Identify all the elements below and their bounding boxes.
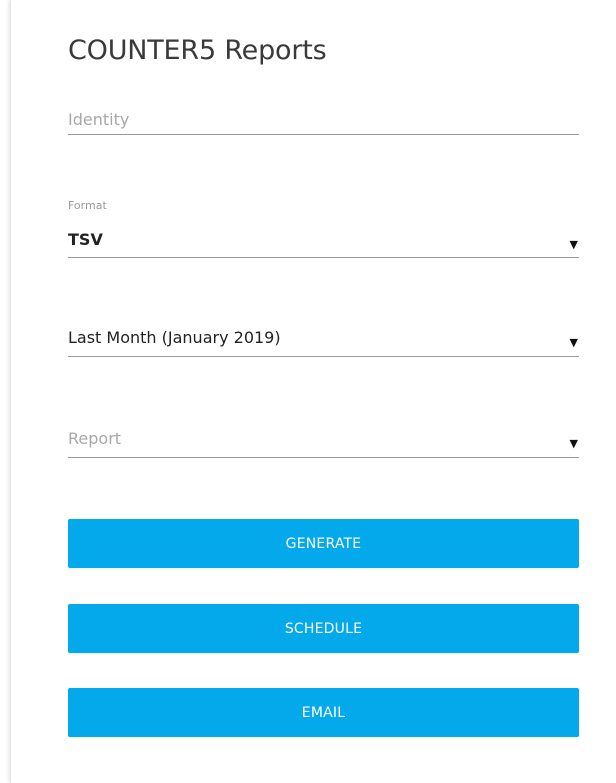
identity-field[interactable] <box>68 106 579 135</box>
page-title: COUNTER5 Reports <box>68 35 327 66</box>
format-value: TSV <box>68 230 103 249</box>
schedule-button[interactable]: SCHEDULE <box>68 604 579 653</box>
dropdown-arrow-icon: ▼ <box>569 336 578 349</box>
generate-button[interactable]: GENERATE <box>68 519 579 568</box>
report-placeholder: Report <box>68 429 122 448</box>
counter5-reports-panel: COUNTER5 Reports Format TSV ▼ Last Month… <box>10 0 616 783</box>
period-value: Last Month (January 2019) <box>68 328 281 347</box>
period-select[interactable]: Last Month (January 2019) ▼ <box>68 322 579 357</box>
dropdown-arrow-icon: ▼ <box>569 437 578 450</box>
identity-input[interactable] <box>68 106 579 132</box>
email-button[interactable]: EMAIL <box>68 688 579 737</box>
dropdown-arrow-icon: ▼ <box>569 238 578 251</box>
format-select[interactable]: Format TSV ▼ <box>68 199 579 258</box>
report-select[interactable]: Report ▼ <box>68 423 579 458</box>
format-label: Format <box>68 199 107 212</box>
